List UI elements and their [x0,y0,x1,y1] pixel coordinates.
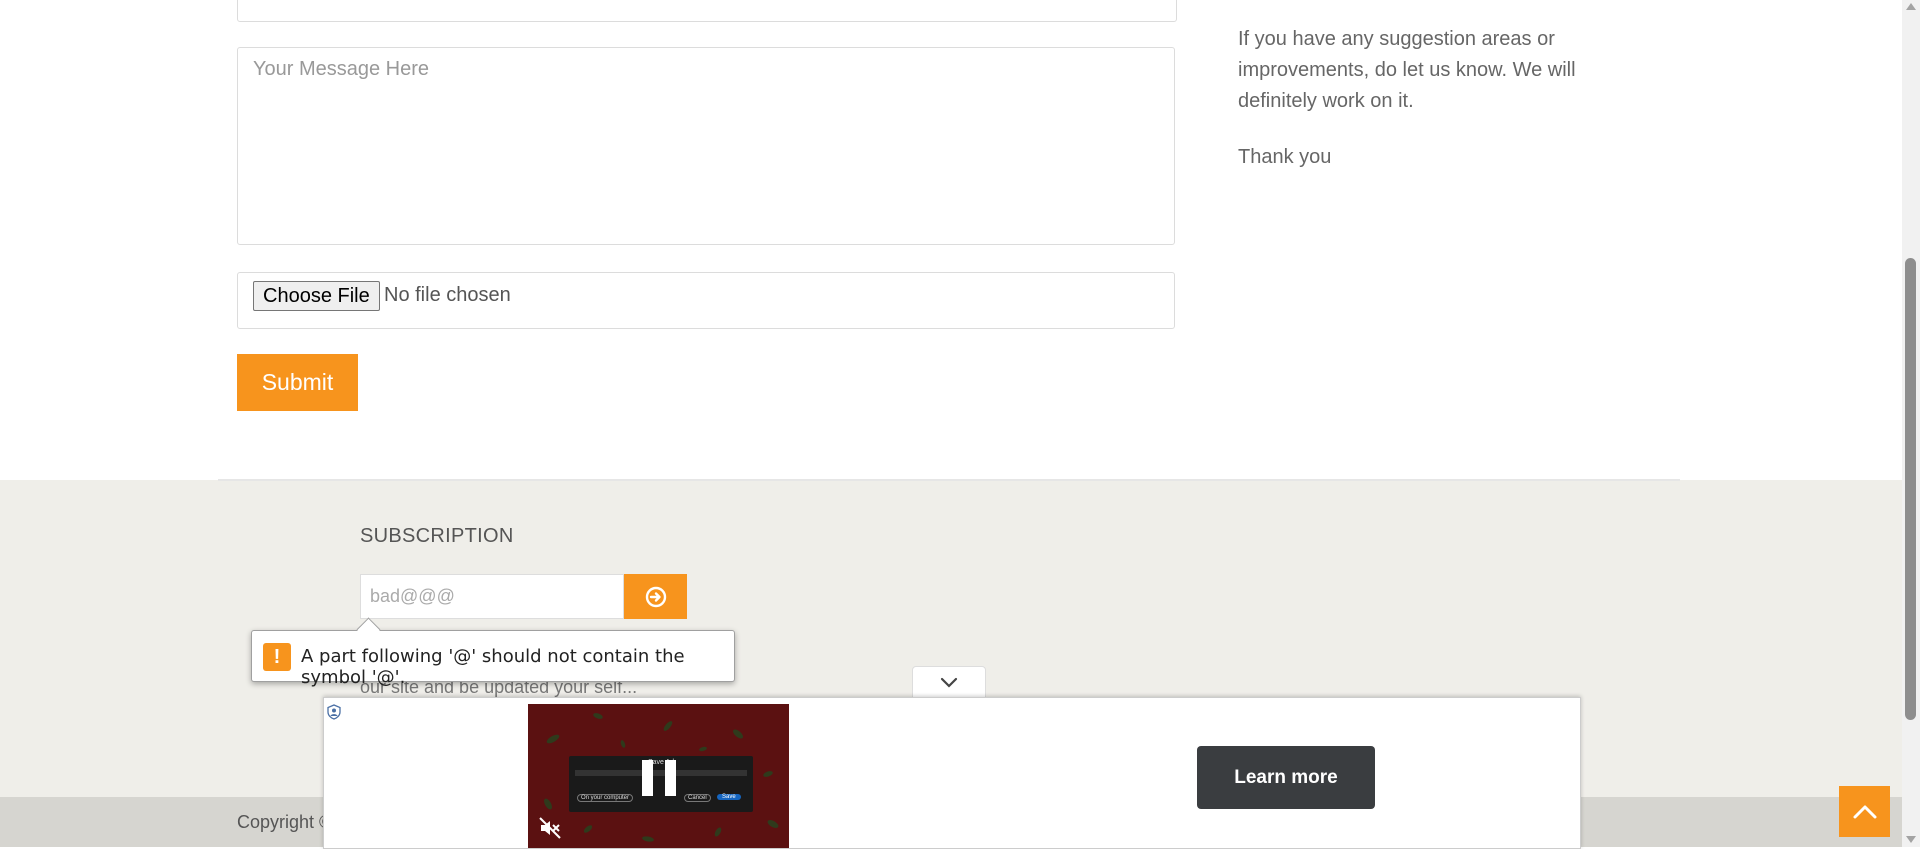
validation-tooltip: ! A part following '@' should not contai… [251,617,735,688]
exclamation-icon: ! [263,643,291,671]
contact-section: Your Message Here Choose File No file ch… [0,0,1902,480]
submit-button[interactable]: Submit [237,354,358,411]
ad-collapse-button[interactable] [912,666,986,699]
file-upload-field: Choose File No file chosen [237,272,1175,329]
ad-chip-computer: On your computer [577,794,634,802]
message-textarea[interactable]: Your Message Here [237,47,1175,245]
ad-banner: Save Ad On your computer Cancel Save Lea… [323,697,1581,849]
subscribe-button[interactable] [624,574,687,619]
copyright-text: Copyright © [237,812,333,832]
footer-divider [218,479,1680,481]
vertical-scrollbar[interactable] [1902,0,1920,847]
scroll-thumb[interactable] [1905,258,1916,720]
pause-icon[interactable] [642,760,676,796]
thank-you-text: Thank you [1238,146,1332,168]
scroll-down-arrow[interactable] [1906,836,1916,843]
ad-chip-cancel: Cancel [684,794,711,802]
ad-choices-icon[interactable] [326,704,342,720]
back-to-top-button[interactable] [1839,786,1890,837]
file-status-text: No file chosen [384,284,511,306]
scroll-up-arrow[interactable] [1906,3,1916,10]
validation-message: A part following '@' should not contain … [301,646,685,688]
chevron-down-icon [940,677,958,688]
subscription-email-input[interactable]: bad@@@ [360,574,624,619]
chevron-up-icon [1853,805,1876,818]
ad-chip-save: Save [717,794,741,800]
ad-video[interactable]: Save Ad On your computer Cancel Save [528,704,789,848]
suggestion-text: If you have any suggestion areas or impr… [1238,28,1576,112]
arrow-circle-right-icon [645,586,666,607]
contact-sidebar-text: If you have any suggestion areas or impr… [1238,24,1598,198]
muted-speaker-icon[interactable] [538,816,562,840]
subscription-title: SUBSCRIPTION [360,525,514,547]
message-placeholder: Your Message Here [253,58,430,80]
choose-file-button[interactable]: Choose File [253,281,380,311]
subscription-email-value: bad@@@ [370,586,455,606]
subject-field[interactable] [237,0,1177,22]
learn-more-button[interactable]: Learn more [1197,746,1375,809]
